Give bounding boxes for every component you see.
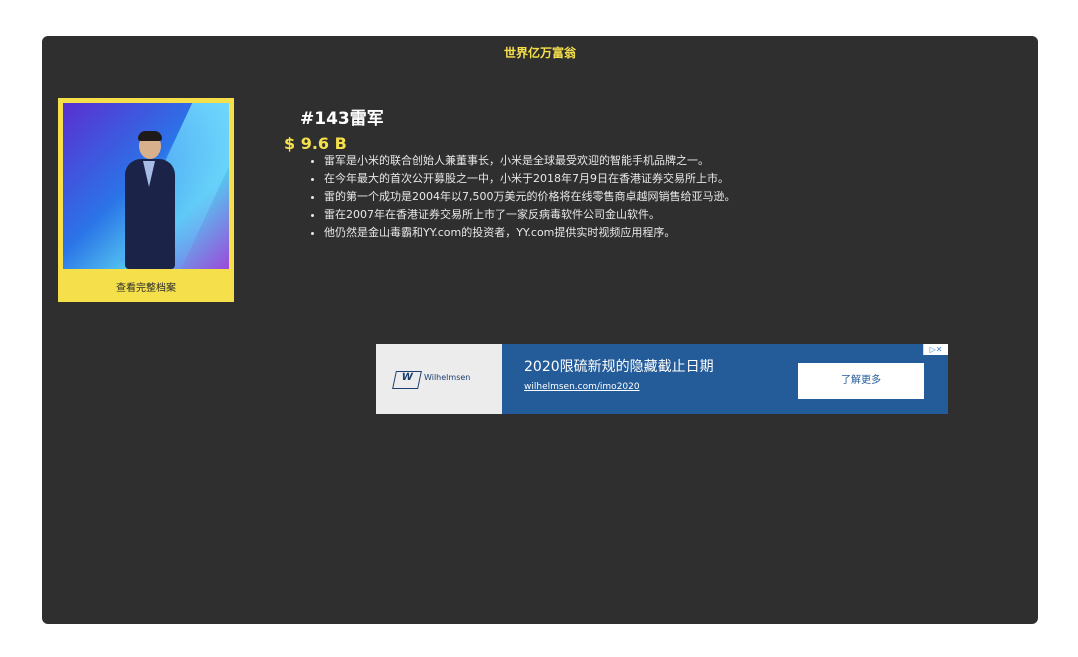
ad-banner[interactable]: W Wilhelmsen 2020限硫新规的隐藏截止日期 wilhelmsen.…: [376, 344, 948, 414]
profile-photo: [63, 103, 229, 269]
person-figure: [121, 131, 181, 269]
page-title: 世界亿万富翁: [503, 46, 576, 60]
fact-item: 在今年最大的首次公开募股之一中，小米于2018年7月9日在香港证券交易所上市。: [324, 170, 735, 188]
person-name: #143雷军: [300, 109, 384, 129]
wilhelmsen-logo-icon: W: [392, 371, 422, 389]
profile-photo-card[interactable]: 查看完整档案: [58, 98, 234, 302]
ad-close-icon[interactable]: ▷✕: [923, 344, 948, 355]
ad-logo: W Wilhelmsen: [376, 344, 502, 414]
fact-item: 雷在2007年在香港证券交易所上市了一家反病毒软件公司金山软件。: [324, 206, 735, 224]
facts-list: 雷军是小米的联合创始人兼董事长，小米是全球最受欢迎的智能手机品牌之一。 在今年最…: [312, 152, 735, 242]
ad-brand-name: Wilhelmsen: [424, 373, 471, 382]
ad-url-link[interactable]: wilhelmsen.com/imo2020: [524, 382, 640, 392]
net-worth: $ 9.6 B: [284, 134, 347, 153]
billionaire-card: 世界亿万富翁 查看完整档案 #143雷军 $ 9.6 B 雷军是小米的联合创始人…: [42, 36, 1038, 624]
fact-item: 雷的第一个成功是2004年以7,500万美元的价格将在线零售商卓越网销售给亚马逊…: [324, 188, 735, 206]
fact-item: 他仍然是金山毒霸和YY.com的投资者，YY.com提供实时视频应用程序。: [324, 224, 735, 242]
person-hair: [138, 131, 162, 141]
fact-item: 雷军是小米的联合创始人兼董事长，小米是全球最受欢迎的智能手机品牌之一。: [324, 152, 735, 170]
view-full-profile-link[interactable]: 查看完整档案: [58, 279, 234, 294]
ad-headline[interactable]: 2020限硫新规的隐藏截止日期: [524, 356, 714, 376]
ad-learn-more-button[interactable]: 了解更多: [798, 363, 924, 399]
logo-letter: W: [400, 372, 414, 383]
